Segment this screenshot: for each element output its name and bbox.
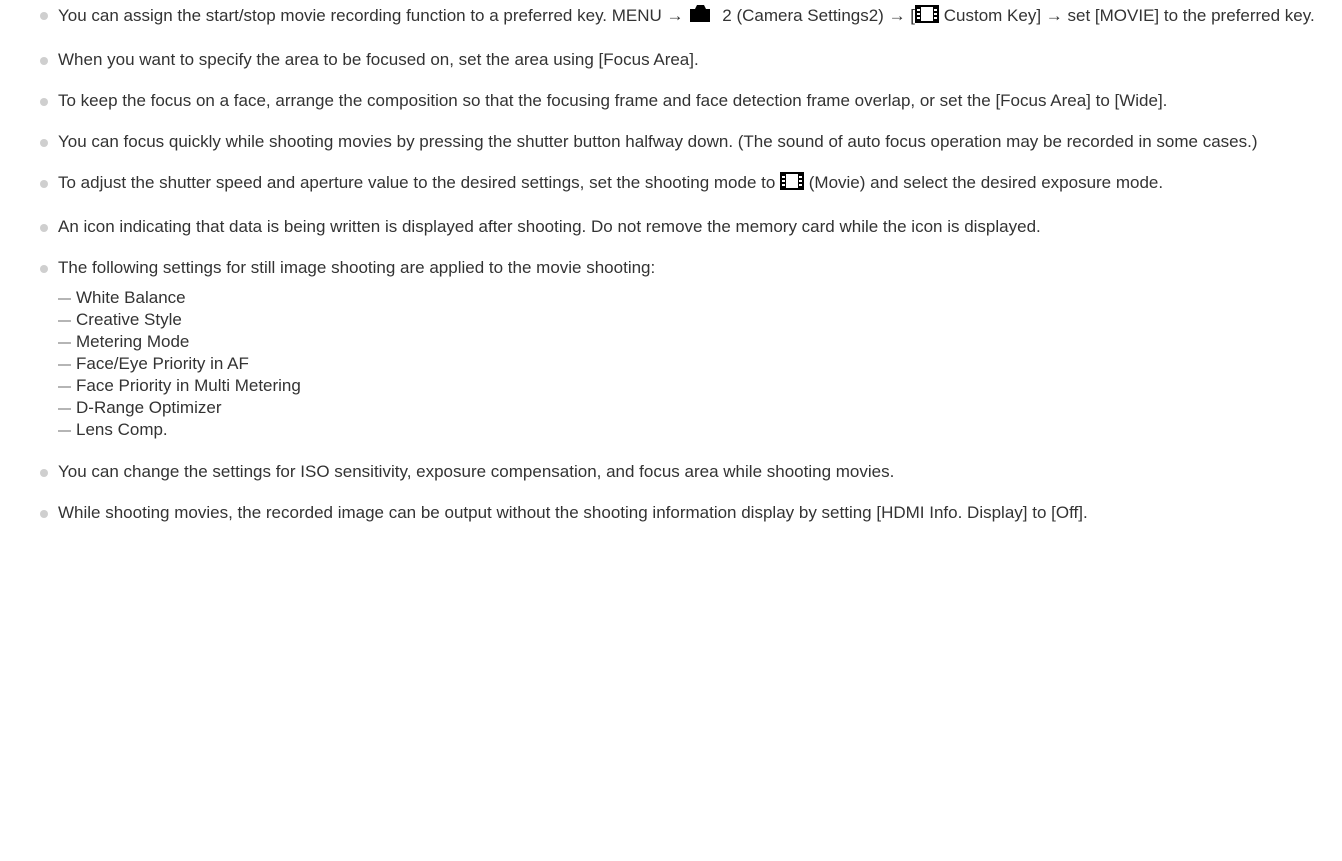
list-item: D-Range Optimizer [58, 397, 1330, 419]
note-text: The following settings for still image s… [58, 258, 656, 277]
note-quick-focus: You can focus quickly while shooting mov… [40, 129, 1330, 155]
note-text: You can focus quickly while shooting mov… [58, 132, 1258, 151]
movie-film-icon [780, 171, 805, 199]
list-item-label: Creative Style [76, 310, 182, 329]
list-item-label: Metering Mode [76, 332, 190, 351]
dash-icon [58, 386, 71, 388]
list-item: Lens Comp. [58, 419, 1330, 441]
bullet-icon [40, 265, 48, 273]
dash-icon [58, 298, 71, 300]
note-change-settings: You can change the settings for ISO sens… [40, 459, 1330, 485]
list-item: Face/Eye Priority in AF [58, 353, 1330, 375]
movie-film-icon [915, 4, 940, 32]
applied-settings-list: White Balance Creative Style Metering Mo… [58, 287, 1330, 441]
note-face-focus: To keep the focus on a face, arrange the… [40, 88, 1330, 114]
bullet-icon [40, 510, 48, 518]
note-text-part: To adjust the shutter speed and aperture… [58, 173, 781, 192]
note-focus-area: When you want to specify the area to be … [40, 47, 1330, 73]
dash-icon [58, 408, 71, 410]
list-item-label: Face Priority in Multi Metering [76, 376, 301, 395]
note-text: You can change the settings for ISO sens… [58, 462, 895, 481]
list-item: Metering Mode [58, 331, 1330, 353]
dash-icon [58, 430, 71, 432]
bullet-icon [40, 98, 48, 106]
bullet-icon [40, 469, 48, 477]
note-applied-settings: The following settings for still image s… [40, 255, 1330, 441]
note-custom-key: You can assign the start/stop movie reco… [40, 2, 1330, 32]
bullet-icon [40, 139, 48, 147]
dash-icon [58, 364, 71, 366]
note-text: An icon indicating that data is being wr… [58, 217, 1041, 236]
note-data-writing: An icon indicating that data is being wr… [40, 214, 1330, 240]
list-item: White Balance [58, 287, 1330, 309]
dash-icon [58, 342, 71, 344]
help-page: You can assign the start/stop movie reco… [0, 0, 1342, 861]
list-item-label: Face/Eye Priority in AF [76, 354, 249, 373]
list-item: Creative Style [58, 309, 1330, 331]
dash-icon [58, 320, 71, 322]
note-text: To keep the focus on a face, arrange the… [58, 91, 1168, 110]
bullet-icon [40, 12, 48, 20]
note-text: While shooting movies, the recorded imag… [58, 503, 1088, 522]
camera-icon [688, 2, 722, 32]
list-item-label: White Balance [76, 288, 186, 307]
camera-settings-page-number: 2 [722, 6, 732, 25]
note-hdmi-output: While shooting movies, the recorded imag… [40, 500, 1330, 526]
list-item-label: D-Range Optimizer [76, 398, 222, 417]
bullet-icon [40, 57, 48, 65]
notes-list: You can assign the start/stop movie reco… [40, 2, 1330, 541]
list-item: Face Priority in Multi Metering [58, 375, 1330, 397]
note-exposure-mode: To adjust the shutter speed and aperture… [40, 170, 1330, 199]
note-text-part: (Camera Settings2) → [ [731, 6, 916, 25]
note-text-part: (Movie) and select the desired exposure … [804, 173, 1164, 192]
note-text-part: You can assign the start/stop movie reco… [58, 6, 689, 25]
bullet-icon [40, 224, 48, 232]
bullet-icon [40, 180, 48, 188]
note-text-part: Custom Key] → set [MOVIE] to the preferr… [939, 6, 1315, 25]
note-text: When you want to specify the area to be … [58, 50, 699, 69]
list-item-label: Lens Comp. [76, 420, 168, 439]
